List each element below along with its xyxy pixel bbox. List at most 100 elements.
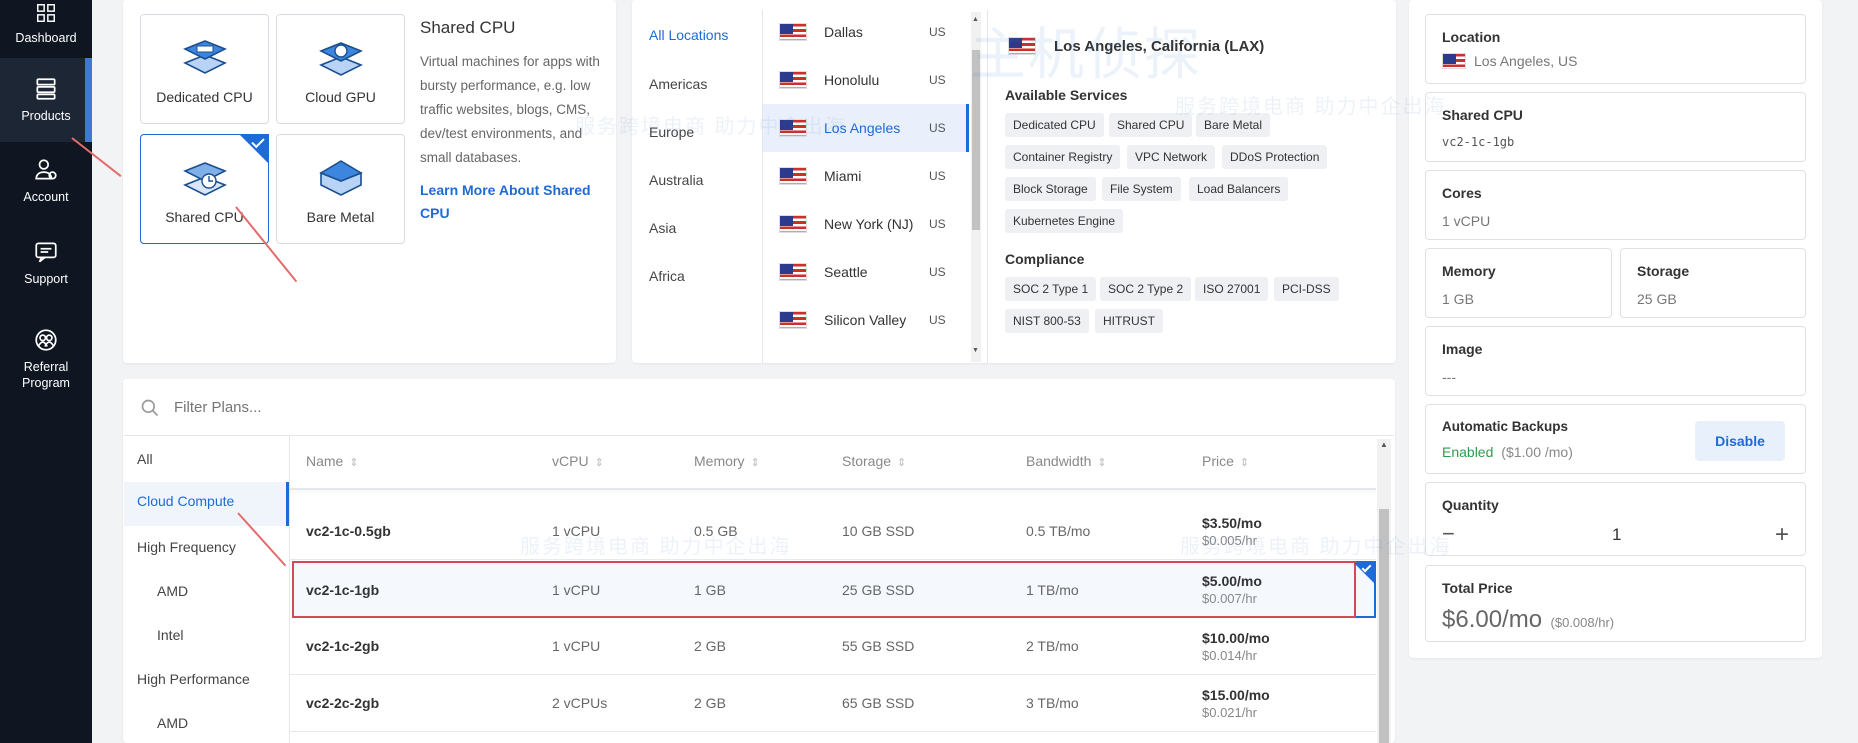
plan-row[interactable]: vc2-2c-2gb 2 vCPUs 2 GB 65 GB SSD 3 TB/m…	[290, 675, 1376, 732]
column-memory[interactable]: Memory ⇕	[694, 453, 760, 469]
city-miami[interactable]: Miami US	[763, 152, 969, 200]
compliance-tag: HITRUST	[1095, 309, 1163, 333]
city-code: US	[929, 73, 946, 87]
nav-dashboard[interactable]: Dashboard	[0, 0, 92, 56]
plan-name: vc2-2c-2gb	[306, 695, 380, 711]
column-name-label: Name	[306, 453, 344, 469]
region-americas[interactable]: Americas	[649, 76, 707, 92]
category-high-frequency[interactable]: High Frequency	[137, 539, 302, 555]
nav-products-label: Products	[21, 108, 71, 123]
us-flag-icon	[779, 23, 807, 41]
product-card-bare-metal[interactable]: Bare Metal	[276, 134, 405, 244]
disable-backups-button[interactable]: Disable	[1695, 421, 1785, 461]
scroll-up-arrow-icon[interactable]: ▲	[1380, 440, 1388, 449]
plan-memory: 0.5 GB	[694, 523, 738, 539]
city-honolulu[interactable]: Honolulu US	[763, 56, 969, 104]
service-tag: Bare Metal	[1196, 113, 1271, 137]
product-card-dedicated-cpu[interactable]: Dedicated CPU	[140, 14, 269, 124]
column-vcpu[interactable]: vCPU ⇕	[552, 453, 604, 469]
summary-total-label: Total Price	[1442, 580, 1513, 596]
city-los-angeles[interactable]: Los Angeles US	[763, 104, 969, 152]
plan-hourly: $0.014/hr	[1202, 647, 1257, 663]
summary-location: Location Los Angeles, US	[1425, 14, 1806, 84]
us-flag-icon	[779, 167, 807, 185]
plans-scrollbar[interactable]: ▲	[1377, 439, 1391, 743]
summary-storage-value: 25 GB	[1637, 291, 1677, 307]
scroll-down-arrow-icon[interactable]: ▼	[972, 347, 979, 354]
plan-memory: 2 GB	[694, 695, 726, 711]
column-price[interactable]: Price ⇕	[1202, 453, 1249, 469]
product-card-label: Dedicated CPU	[156, 89, 253, 105]
city-silicon-valley[interactable]: Silicon Valley US	[763, 296, 969, 344]
column-bandwidth[interactable]: Bandwidth ⇕	[1026, 453, 1107, 469]
filter-plans-input[interactable]	[174, 399, 574, 416]
quantity-value[interactable]: 1	[1612, 525, 1621, 545]
service-tag: DDoS Protection	[1222, 145, 1328, 169]
region-asia[interactable]: Asia	[649, 220, 676, 236]
region-africa[interactable]: Africa	[649, 268, 685, 284]
category-high-performance[interactable]: High Performance	[137, 671, 302, 687]
category-cloud-compute[interactable]: Cloud Compute	[124, 482, 289, 526]
quantity-plus-button[interactable]: +	[1775, 521, 1789, 549]
plan-storage: 55 GB SSD	[842, 638, 915, 654]
nav-products[interactable]: Products	[0, 58, 92, 142]
compliance-tag: SOC 2 Type 1	[1005, 277, 1097, 301]
product-card-label: Cloud GPU	[305, 89, 376, 105]
compliance-tag: NIST 800-53	[1005, 309, 1089, 333]
city-name: Honolulu	[824, 72, 880, 88]
plan-monthly: $5.00/mo	[1202, 573, 1262, 589]
city-code: US	[929, 25, 946, 39]
plan-hourly: $0.005/hr	[1202, 532, 1257, 548]
cloud-gpu-icon	[318, 42, 363, 76]
quantity-minus-button[interactable]: −	[1442, 521, 1455, 547]
us-flag-icon	[1442, 53, 1466, 69]
product-card-shared-cpu[interactable]: Shared CPU	[140, 134, 269, 244]
plan-price: $10.00/mo $0.014/hr	[1202, 618, 1270, 674]
nav-referral[interactable]: Referral Program	[0, 318, 92, 400]
shared-cpu-icon	[182, 162, 227, 196]
location-detail-header: Los Angeles, California (LAX)	[1008, 37, 1264, 55]
plan-name: vc2-1c-2gb	[306, 638, 380, 654]
plan-row-selected[interactable]: vc2-1c-1gb 1 vCPU 1 GB 25 GB SSD 1 TB/mo…	[292, 561, 1356, 618]
city-seattle[interactable]: Seattle US	[763, 248, 969, 296]
plans-scrollbar-thumb[interactable]	[1379, 509, 1389, 743]
region-europe[interactable]: Europe	[649, 124, 694, 140]
plan-price: $5.00/mo $0.007/hr	[1202, 563, 1262, 616]
backups-status: Enabled	[1442, 444, 1494, 460]
region-australia[interactable]: Australia	[649, 172, 703, 188]
summary-cores: Cores 1 vCPU	[1425, 170, 1806, 240]
plan-price: $3.50/mo $0.005/hr	[1202, 503, 1262, 559]
sort-icon: ⇕	[1239, 457, 1250, 469]
us-flag-icon	[779, 119, 807, 137]
city-scrollbar-thumb[interactable]	[972, 50, 980, 230]
product-description: Virtual machines for apps with bursty pe…	[420, 54, 600, 165]
region-all[interactable]: All Locations	[649, 27, 728, 43]
city-scrollbar[interactable]: ▲ ▼	[971, 12, 981, 362]
summary-cores-value: 1 vCPU	[1442, 213, 1491, 229]
plan-memory: 1 GB	[694, 581, 726, 598]
plan-hourly: $0.021/hr	[1202, 704, 1257, 720]
plan-vcpu: 1 vCPU	[552, 523, 601, 539]
plan-storage: 65 GB SSD	[842, 695, 915, 711]
nav-account[interactable]: Account	[0, 150, 92, 212]
total-price: $6.00/mo	[1442, 606, 1543, 633]
product-card-cloud-gpu[interactable]: Cloud GPU	[276, 14, 405, 124]
compliance-tag: ISO 27001	[1195, 277, 1269, 301]
city-dallas[interactable]: Dallas US	[763, 8, 969, 56]
nav-support-label: Support	[24, 271, 68, 286]
us-flag-icon	[1008, 37, 1036, 55]
nav-support[interactable]: Support	[0, 232, 92, 294]
scroll-up-arrow-icon[interactable]: ▲	[972, 16, 979, 23]
column-storage[interactable]: Storage ⇕	[842, 453, 906, 469]
summary-plan-label: Shared CPU	[1442, 107, 1523, 123]
city-new-york[interactable]: New York (NJ) US	[763, 200, 969, 248]
plan-hourly: $0.007/hr	[1202, 591, 1257, 606]
plan-row[interactable]: vc2-1c-0.5gb 1 vCPU 0.5 GB 10 GB SSD 0.5…	[290, 503, 1376, 560]
plan-vcpu: 1 vCPU	[552, 581, 601, 598]
column-name[interactable]: Name ⇕	[306, 453, 359, 469]
learn-more-link[interactable]: Learn More About Shared CPU	[420, 179, 595, 225]
plan-row[interactable]: vc2-1c-2gb 1 vCPU 2 GB 55 GB SSD 2 TB/mo…	[290, 618, 1376, 675]
city-name: Los Angeles	[824, 120, 901, 136]
category-all[interactable]: All	[137, 451, 302, 467]
summary-total-row: $6.00/mo ($0.008/hr)	[1442, 606, 1789, 634]
